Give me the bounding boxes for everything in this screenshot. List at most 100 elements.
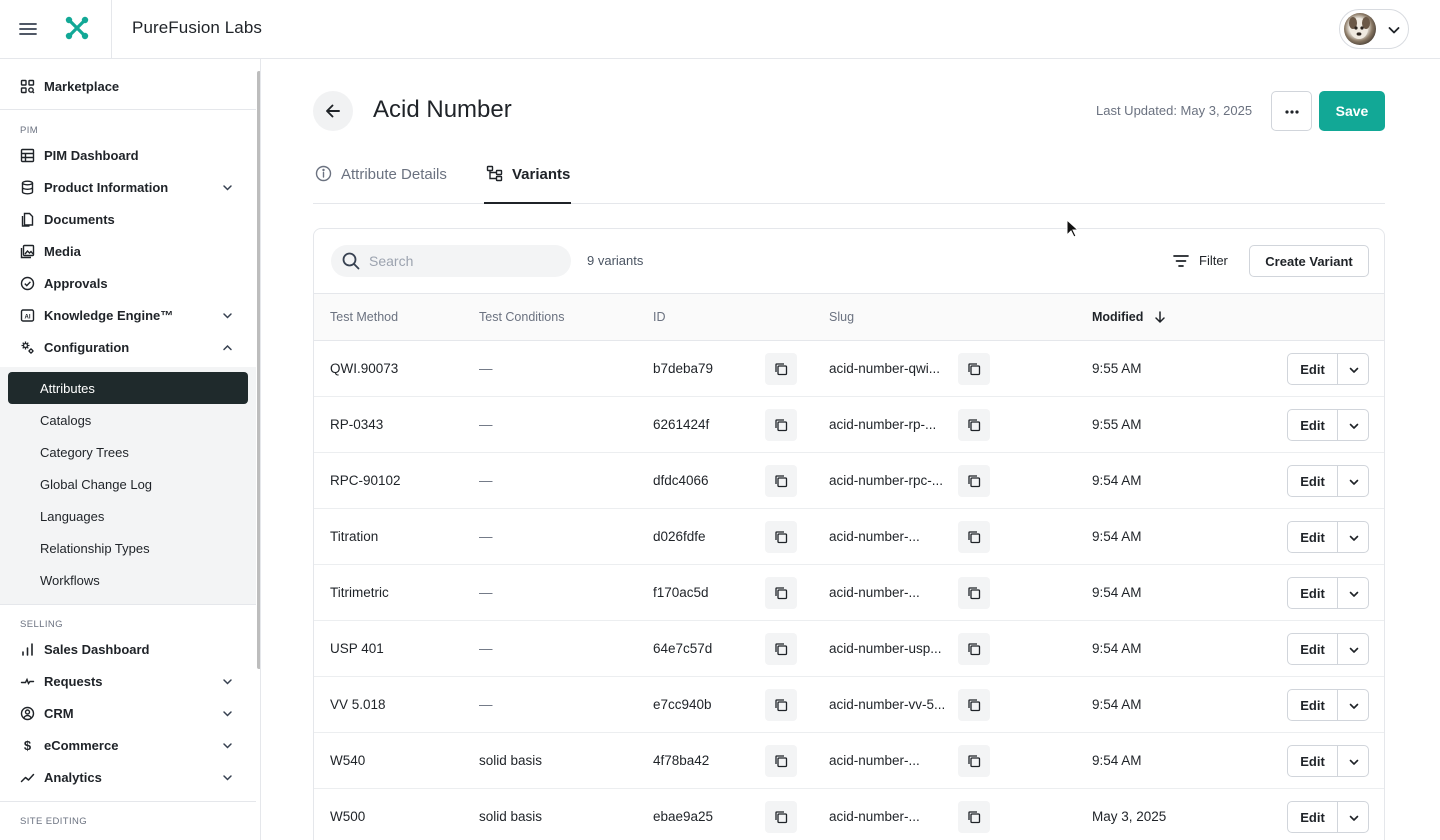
- copy-slug-button[interactable]: [958, 409, 990, 441]
- copy-slug-button[interactable]: [958, 353, 990, 385]
- back-button[interactable]: [313, 91, 353, 131]
- table-row[interactable]: Titrimetric — f170ac5d acid-number-... 9:54 …: [314, 565, 1384, 621]
- edit-button[interactable]: Edit: [1287, 577, 1338, 609]
- edit-menu-button[interactable]: [1337, 577, 1369, 609]
- sidebar-item-ecommerce[interactable]: $ eCommerce: [0, 729, 256, 761]
- create-variant-button[interactable]: Create Variant: [1249, 245, 1369, 277]
- table-row[interactable]: RP-0343 — 6261424f acid-number-rp-... 9:55 A…: [314, 397, 1384, 453]
- sidebar-item-documents[interactable]: Documents: [0, 203, 256, 235]
- edit-button[interactable]: Edit: [1287, 521, 1338, 553]
- copy-slug-button[interactable]: [958, 745, 990, 777]
- copy-id-button[interactable]: [765, 409, 797, 441]
- sidebar-item-approvals[interactable]: Approvals: [0, 267, 256, 299]
- tab-bar: Attribute Details Variants: [313, 150, 1385, 204]
- filter-button[interactable]: Filter: [1169, 245, 1239, 277]
- tab-attribute-details[interactable]: Attribute Details: [313, 150, 463, 204]
- edit-menu-button[interactable]: [1337, 521, 1369, 553]
- table-row[interactable]: W540 solid basis 4f78ba42 acid-number-... 9:…: [314, 733, 1384, 789]
- edit-button[interactable]: Edit: [1287, 353, 1338, 385]
- sidebar-item-label: Media: [44, 244, 81, 259]
- table-row[interactable]: QWI.90073 — b7deba79 acid-number-qwi... 9:55…: [314, 341, 1384, 397]
- copy-slug-button[interactable]: [958, 577, 990, 609]
- sidebar-item-crm[interactable]: CRM: [0, 697, 256, 729]
- table-row[interactable]: RPC-90102 — dfdc4066 acid-number-rpc-... 9:5…: [314, 453, 1384, 509]
- copy-id-button[interactable]: [765, 465, 797, 497]
- copy-slug-button[interactable]: [958, 633, 990, 665]
- search-box[interactable]: [331, 245, 571, 277]
- copy-id-button[interactable]: [765, 745, 797, 777]
- copy-id-button[interactable]: [765, 801, 797, 833]
- copy-id-button[interactable]: [765, 521, 797, 553]
- table-row[interactable]: Titration — d026fdfe acid-number-... 9:54 AM…: [314, 509, 1384, 565]
- column-header-id[interactable]: ID: [653, 310, 666, 324]
- copy-id-button[interactable]: [765, 353, 797, 385]
- cell-test-method: VV 5.018: [330, 697, 386, 712]
- sidebar-item-workflows[interactable]: Workflows: [8, 564, 248, 596]
- sidebar-item-pim-dashboard[interactable]: PIM Dashboard: [0, 139, 256, 171]
- section-label-pim: PIM: [20, 125, 39, 136]
- edit-menu-button[interactable]: [1337, 689, 1369, 721]
- column-header-test-conditions[interactable]: Test Conditions: [479, 310, 564, 324]
- edit-button[interactable]: Edit: [1287, 745, 1338, 777]
- edit-menu-button[interactable]: [1337, 801, 1369, 833]
- table-row[interactable]: VV 5.018 — e7cc940b acid-number-vv-5... 9:54…: [314, 677, 1384, 733]
- sidebar-divider: [0, 801, 256, 802]
- sidebar-item-category-trees[interactable]: Category Trees: [8, 436, 248, 468]
- arrow-down-icon[interactable]: [1153, 310, 1167, 324]
- sidebar-item-relationship-types[interactable]: Relationship Types: [8, 532, 248, 564]
- save-button[interactable]: Save: [1319, 91, 1385, 131]
- header-divider: [111, 0, 112, 58]
- column-header-modified[interactable]: Modified: [1092, 310, 1143, 324]
- chevron-down-icon: [221, 739, 234, 752]
- more-options-button[interactable]: [1271, 91, 1312, 131]
- sidebar-item-label: Category Trees: [40, 445, 129, 460]
- copy-slug-button[interactable]: [958, 521, 990, 553]
- edit-button[interactable]: Edit: [1287, 801, 1338, 833]
- tab-variants[interactable]: Variants: [484, 150, 571, 204]
- edit-button[interactable]: Edit: [1287, 465, 1338, 497]
- sidebar-item-catalogs[interactable]: Catalogs: [8, 404, 248, 436]
- sidebar-item-knowledge-engine[interactable]: AI Knowledge Engine™: [0, 299, 256, 331]
- cell-id: 6261424f: [653, 417, 710, 432]
- copy-slug-button[interactable]: [958, 465, 990, 497]
- table-row[interactable]: W500 solid basis ebae9a25 acid-number-... Ma…: [314, 789, 1384, 840]
- logo-icon[interactable]: [64, 15, 90, 41]
- sidebar-item-product-information[interactable]: Product Information: [0, 171, 256, 203]
- sidebar-item-global-change-log[interactable]: Global Change Log: [8, 468, 248, 500]
- sidebar-item-label: CRM: [44, 706, 74, 721]
- edit-menu-button[interactable]: [1337, 409, 1369, 441]
- sidebar-item-label: Languages: [40, 509, 105, 524]
- edit-menu-button[interactable]: [1337, 633, 1369, 665]
- menu-icon[interactable]: [16, 17, 40, 41]
- edit-button[interactable]: Edit: [1287, 689, 1338, 721]
- sidebar-item-attributes[interactable]: Attributes: [8, 372, 248, 404]
- cell-slug: acid-number-rpc-...: [829, 473, 944, 488]
- approvals-icon: [20, 276, 35, 291]
- column-header-test-method[interactable]: Test Method: [330, 310, 398, 324]
- sidebar-item-configuration[interactable]: Configuration: [0, 331, 256, 363]
- sidebar-item-sales-dashboard[interactable]: Sales Dashboard: [0, 633, 256, 665]
- cell-test-method: W540: [330, 753, 366, 768]
- copy-slug-button[interactable]: [958, 801, 990, 833]
- edit-menu-button[interactable]: [1337, 353, 1369, 385]
- copy-slug-button[interactable]: [958, 689, 990, 721]
- edit-button[interactable]: Edit: [1287, 633, 1338, 665]
- chevron-down-icon: [221, 707, 234, 720]
- edit-menu-button[interactable]: [1337, 745, 1369, 777]
- sidebar-item-analytics[interactable]: Analytics: [0, 761, 256, 793]
- copy-id-button[interactable]: [765, 577, 797, 609]
- column-header-slug[interactable]: Slug: [829, 310, 854, 324]
- edit-button[interactable]: Edit: [1287, 409, 1338, 441]
- table-row[interactable]: USP 401 — 64e7c57d acid-number-usp... 9:54 A…: [314, 621, 1384, 677]
- user-menu-button[interactable]: [1339, 9, 1409, 49]
- sidebar-item-requests[interactable]: Requests: [0, 665, 256, 697]
- copy-id-button[interactable]: [765, 633, 797, 665]
- sidebar-item-marketplace[interactable]: Marketplace: [0, 70, 256, 102]
- edit-menu-button[interactable]: [1337, 465, 1369, 497]
- search-input[interactable]: [369, 251, 559, 271]
- sidebar-scrollbar[interactable]: [257, 71, 260, 669]
- sidebar-item-media[interactable]: Media: [0, 235, 256, 267]
- variants-table-card: 9 variants Filter Create Variant Test Me…: [313, 228, 1385, 840]
- sidebar-item-languages[interactable]: Languages: [8, 500, 248, 532]
- copy-id-button[interactable]: [765, 689, 797, 721]
